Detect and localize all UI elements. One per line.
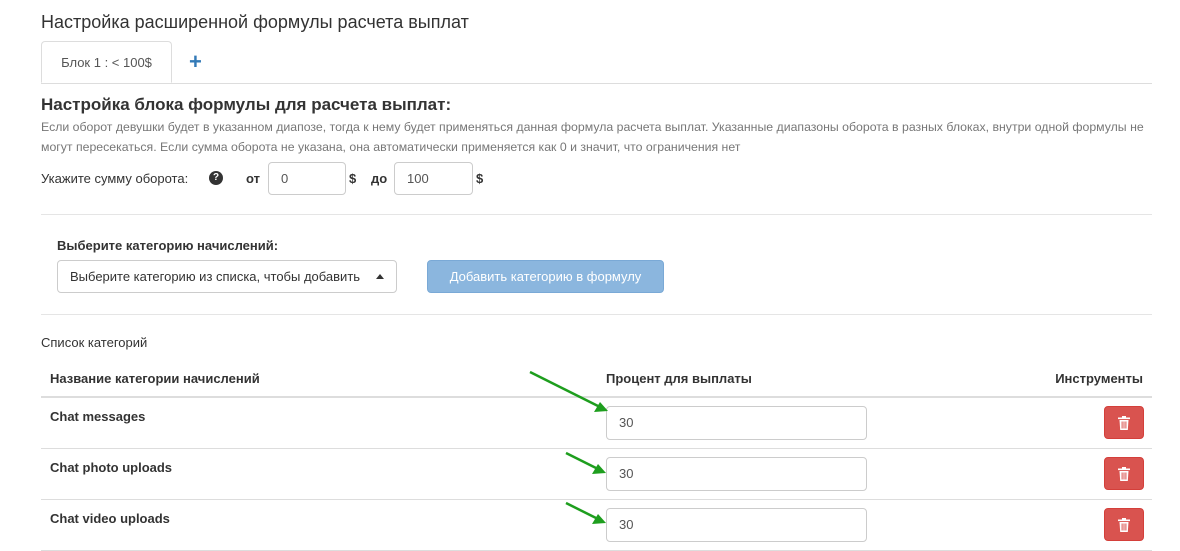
to-label: до: [371, 171, 388, 186]
block-tabs: Блок 1 : < 100$ +: [41, 41, 1152, 84]
column-header-percent: Процент для выплаты: [606, 371, 752, 386]
column-header-name: Название категории начислений: [50, 371, 260, 386]
category-name: Chat video uploads: [50, 511, 170, 526]
question-circle-icon[interactable]: ?: [209, 171, 223, 185]
percent-input[interactable]: 30: [606, 508, 867, 542]
page-title: Настройка расширенной формулы расчета вы…: [41, 12, 469, 32]
turnover-from-input[interactable]: [268, 162, 346, 195]
tab-block-1[interactable]: Блок 1 : < 100$: [41, 41, 172, 83]
turnover-label: Укажите сумму оборота:: [41, 171, 189, 186]
percent-input[interactable]: 30: [606, 457, 867, 491]
column-header-tools: Инструменты: [1055, 371, 1143, 386]
delete-category-button[interactable]: [1104, 457, 1144, 490]
caret-up-icon: [376, 274, 384, 279]
category-select[interactable]: Выберите категорию из списка, чтобы доба…: [57, 260, 397, 293]
turnover-to-input[interactable]: [394, 162, 473, 195]
add-category-button[interactable]: Добавить категорию в формулу: [427, 260, 664, 293]
table-row: Chat messages 30: [41, 397, 1152, 449]
trash-icon: [1118, 416, 1130, 430]
divider: [41, 314, 1152, 315]
trash-icon: [1118, 467, 1130, 481]
percent-input[interactable]: 30: [606, 406, 867, 440]
category-name: Chat messages: [50, 409, 146, 424]
trash-icon: [1118, 518, 1130, 532]
delete-category-button[interactable]: [1104, 508, 1144, 541]
from-label: от: [246, 171, 260, 186]
block-heading: Настройка блока формулы для расчета выпл…: [41, 95, 452, 114]
category-name: Chat photo uploads: [50, 460, 173, 475]
category-select-label: Выберите категорию начислений:: [57, 238, 279, 253]
table-row: Chat video uploads 30: [41, 499, 1152, 551]
add-block-button[interactable]: +: [189, 51, 202, 73]
delete-category-button[interactable]: [1104, 406, 1144, 439]
to-currency: $: [476, 171, 484, 186]
table-row: Chat photo uploads 30: [41, 448, 1152, 500]
from-currency: $: [349, 171, 357, 186]
block-description: Если оборот девушки будет в указанном ди…: [41, 120, 1144, 154]
category-list-title: Список категорий: [41, 335, 148, 350]
divider: [41, 214, 1152, 215]
category-select-value: Выберите категорию из списка, чтобы доба…: [70, 269, 361, 284]
turnover-range: Укажите сумму оборота: ? от $ до $: [41, 162, 741, 196]
